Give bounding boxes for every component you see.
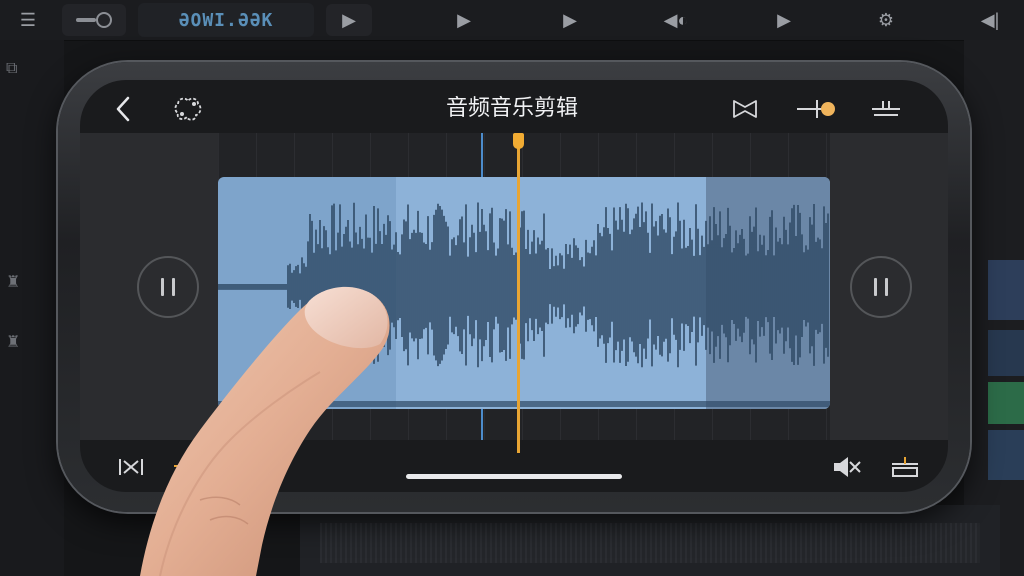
- background-toolbar: ☰ ƏOWI.ƏƏK ▶ ▶ ▶ ◀◐ ▶ ⚙ ◀|: [0, 0, 1024, 41]
- toggle-icon[interactable]: [62, 4, 126, 36]
- play-icon[interactable]: ▶: [768, 4, 800, 36]
- marker-line: [481, 133, 483, 177]
- page-title: 音频音乐剪辑: [445, 96, 578, 121]
- back-button[interactable]: [108, 94, 138, 124]
- play-icon[interactable]: ▶: [448, 4, 480, 36]
- screen-icon: ⧉: [6, 60, 18, 77]
- marker-icon: [174, 458, 196, 473]
- playhead[interactable]: [517, 133, 520, 453]
- pause-icon: [161, 278, 164, 296]
- left-pause-button[interactable]: [137, 256, 199, 318]
- background-waveform-track: [300, 505, 1000, 576]
- marker-line: [481, 409, 483, 440]
- background-track-headers: ⧉ ♜ ♜: [0, 40, 64, 576]
- insert-button[interactable]: [888, 454, 922, 480]
- playhead-handle[interactable]: [513, 133, 524, 149]
- split-icon: [872, 101, 900, 116]
- trim-button[interactable]: [728, 94, 762, 124]
- waveform: [218, 202, 830, 407]
- background-right-panel: [964, 40, 1024, 576]
- speaker-icon: [834, 457, 861, 477]
- trim-icon: [733, 100, 757, 118]
- home-indicator: [406, 474, 622, 479]
- timecode-display: ƏOWI.ƏƏK: [138, 3, 314, 37]
- play-icon[interactable]: ▶: [326, 4, 372, 36]
- chevron-left-icon: [116, 96, 130, 122]
- play-icon[interactable]: ▶: [554, 4, 586, 36]
- volume-icon[interactable]: ◀|: [970, 4, 1010, 36]
- mute-button[interactable]: [830, 454, 864, 480]
- gear-icon[interactable]: ⚙: [870, 4, 902, 36]
- menu-icon[interactable]: ☰: [12, 4, 44, 36]
- cut-button[interactable]: [116, 454, 146, 480]
- shirt-icon: ♜: [6, 334, 21, 351]
- audio-clip[interactable]: [218, 177, 830, 409]
- cut-icon: [119, 459, 143, 475]
- loop-button[interactable]: [170, 92, 206, 126]
- split-button[interactable]: [868, 94, 904, 124]
- rewind-icon[interactable]: ◀◐: [656, 4, 696, 36]
- volume-slider-button[interactable]: [794, 94, 838, 124]
- volume-slider-icon: [797, 100, 835, 118]
- loop-icon: [174, 97, 202, 121]
- shirt-icon: ♜: [6, 274, 21, 291]
- pause-icon: [874, 278, 877, 296]
- right-pause-button[interactable]: [850, 256, 912, 318]
- marker-button[interactable]: [170, 454, 200, 480]
- track-area[interactable]: [218, 133, 830, 440]
- insert-icon: [892, 457, 918, 477]
